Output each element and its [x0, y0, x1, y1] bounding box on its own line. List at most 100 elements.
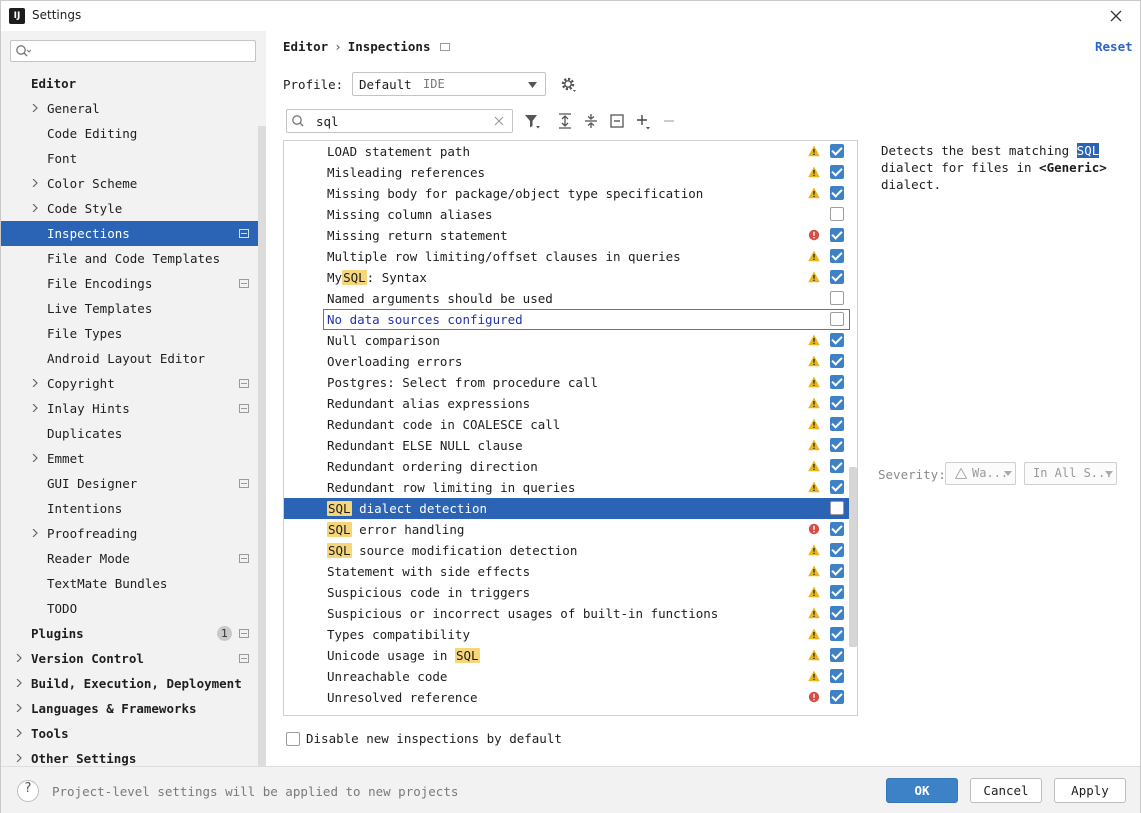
sidebar-item-code-editing[interactable]: Code Editing — [1, 121, 266, 146]
sidebar-scrollbar[interactable] — [258, 126, 266, 766]
sidebar-item-file-types[interactable]: File Types — [1, 321, 266, 346]
inspection-enabled-checkbox[interactable] — [830, 228, 844, 242]
sidebar-item-file-encodings[interactable]: File Encodings — [1, 271, 266, 296]
inspection-enabled-checkbox[interactable] — [830, 459, 844, 473]
inspection-enabled-checkbox[interactable] — [830, 333, 844, 347]
inspection-enabled-checkbox[interactable] — [830, 375, 844, 389]
inspection-row[interactable]: Overloading errors — [284, 351, 849, 372]
inspection-row[interactable]: Unreachable code — [284, 666, 849, 687]
inspection-enabled-checkbox[interactable] — [830, 270, 844, 284]
reset-link[interactable]: Reset — [1095, 39, 1133, 54]
inspection-row[interactable]: Redundant ordering direction — [284, 456, 849, 477]
breadcrumb-editor[interactable]: Editor — [283, 39, 328, 54]
inspections-list[interactable]: LOAD statement path Misleading references… — [283, 140, 858, 716]
list-scrollbar[interactable] — [849, 467, 857, 647]
sidebar-item-intentions[interactable]: Intentions — [1, 496, 266, 521]
chevron-right-icon[interactable] — [15, 754, 23, 762]
disable-new-inspections-checkbox[interactable] — [286, 732, 300, 746]
expand-all-icon[interactable] — [556, 112, 574, 130]
sidebar-item-duplicates[interactable]: Duplicates — [1, 421, 266, 446]
chevron-right-icon[interactable] — [15, 704, 23, 712]
inspection-enabled-checkbox[interactable] — [830, 186, 844, 200]
chevron-right-icon[interactable] — [31, 404, 39, 412]
gear-icon[interactable] — [560, 76, 576, 92]
inspection-row[interactable]: Redundant row limiting in queries — [284, 477, 849, 498]
inspection-row[interactable]: Missing column aliases — [284, 204, 849, 225]
sidebar-item-gui-designer[interactable]: GUI Designer — [1, 471, 266, 496]
chevron-right-icon[interactable] — [31, 104, 39, 112]
profile-dropdown[interactable]: Default IDE — [352, 72, 546, 96]
inspection-enabled-checkbox[interactable] — [830, 165, 844, 179]
sidebar-item-plugins[interactable]: Plugins 1 — [1, 621, 266, 646]
inspection-enabled-checkbox[interactable] — [830, 354, 844, 368]
inspection-filter-input[interactable]: sql — [286, 109, 513, 133]
chevron-right-icon[interactable] — [31, 204, 39, 212]
sidebar-item-general[interactable]: General — [1, 96, 266, 121]
inspection-row[interactable]: SQL dialect detection — [284, 498, 849, 519]
inspection-row[interactable]: Types compatibility — [284, 624, 849, 645]
filter-icon[interactable] — [523, 112, 541, 130]
chevron-right-icon[interactable] — [15, 654, 23, 662]
inspection-row[interactable]: Statement with side effects — [284, 561, 849, 582]
sidebar-item-languages-frameworks[interactable]: Languages & Frameworks — [1, 696, 266, 721]
apply-button[interactable]: Apply — [1054, 778, 1126, 803]
sidebar-item-copyright[interactable]: Copyright — [1, 371, 266, 396]
inspection-enabled-checkbox[interactable] — [830, 690, 844, 704]
sidebar-item-font[interactable]: Font — [1, 146, 266, 171]
chevron-right-icon[interactable] — [31, 179, 39, 187]
add-icon[interactable] — [634, 112, 652, 130]
inspection-enabled-checkbox[interactable] — [830, 438, 844, 452]
inspection-enabled-checkbox[interactable] — [830, 501, 844, 515]
inspection-row[interactable]: Named arguments should be used — [284, 288, 849, 309]
inspection-enabled-checkbox[interactable] — [830, 396, 844, 410]
sidebar-item-code-style[interactable]: Code Style — [1, 196, 266, 221]
inspection-row[interactable]: Suspicious or incorrect usages of built-… — [284, 603, 849, 624]
inspection-row[interactable]: Missing body for package/object type spe… — [284, 183, 849, 204]
inspection-row[interactable]: MySQL: Syntax — [284, 267, 849, 288]
ok-button[interactable]: OK — [886, 778, 958, 803]
inspection-enabled-checkbox[interactable] — [830, 417, 844, 431]
sidebar-item-editor[interactable]: Editor — [1, 71, 266, 96]
inspection-row[interactable]: Unicode usage in SQL — [284, 645, 849, 666]
settings-search-input[interactable] — [10, 40, 256, 62]
inspection-row[interactable]: Missing return statement — [284, 225, 849, 246]
inspection-row[interactable]: Unresolved reference — [284, 687, 849, 708]
collapse-all-icon[interactable] — [582, 112, 600, 130]
chevron-right-icon[interactable] — [31, 379, 39, 387]
inspection-row[interactable]: SQL source modification detection — [284, 540, 849, 561]
inspection-enabled-checkbox[interactable] — [830, 480, 844, 494]
inspection-row[interactable]: LOAD statement path — [284, 141, 849, 162]
close-icon[interactable] — [1107, 7, 1125, 25]
inspection-enabled-checkbox[interactable] — [830, 543, 844, 557]
help-icon[interactable]: ? — [17, 780, 39, 802]
sidebar-item-reader-mode[interactable]: Reader Mode — [1, 546, 266, 571]
sidebar-item-tools[interactable]: Tools — [1, 721, 266, 746]
inspection-enabled-checkbox[interactable] — [830, 207, 844, 221]
inspection-enabled-checkbox[interactable] — [830, 249, 844, 263]
sidebar-item-proofreading[interactable]: Proofreading — [1, 521, 266, 546]
sidebar-item-inlay-hints[interactable]: Inlay Hints — [1, 396, 266, 421]
sidebar-item-version-control[interactable]: Version Control — [1, 646, 266, 671]
chevron-right-icon[interactable] — [31, 454, 39, 462]
sidebar-item-textmate-bundles[interactable]: TextMate Bundles — [1, 571, 266, 596]
inspection-row[interactable]: No data sources configured — [284, 309, 850, 330]
sidebar-item-color-scheme[interactable]: Color Scheme — [1, 171, 266, 196]
sidebar-item-todo[interactable]: TODO — [1, 596, 266, 621]
inspection-row[interactable]: Redundant alias expressions — [284, 393, 849, 414]
inspection-row[interactable]: Redundant ELSE NULL clause — [284, 435, 849, 456]
inspection-enabled-checkbox[interactable] — [830, 627, 844, 641]
inspection-enabled-checkbox[interactable] — [830, 669, 844, 683]
inspection-row[interactable]: SQL error handling — [284, 519, 849, 540]
inspection-enabled-checkbox[interactable] — [830, 585, 844, 599]
sidebar-item-live-templates[interactable]: Live Templates — [1, 296, 266, 321]
inspection-enabled-checkbox[interactable] — [830, 648, 844, 662]
sidebar-item-inspections[interactable]: Inspections — [1, 221, 266, 246]
chevron-right-icon[interactable] — [15, 679, 23, 687]
inspection-enabled-checkbox[interactable] — [830, 291, 844, 305]
inspection-row[interactable]: Redundant code in COALESCE call — [284, 414, 849, 435]
inspection-enabled-checkbox[interactable] — [830, 564, 844, 578]
inspection-row[interactable]: Multiple row limiting/offset clauses in … — [284, 246, 849, 267]
clear-icon[interactable] — [494, 116, 504, 126]
chevron-right-icon[interactable] — [15, 729, 23, 737]
inspection-enabled-checkbox[interactable] — [830, 312, 844, 326]
